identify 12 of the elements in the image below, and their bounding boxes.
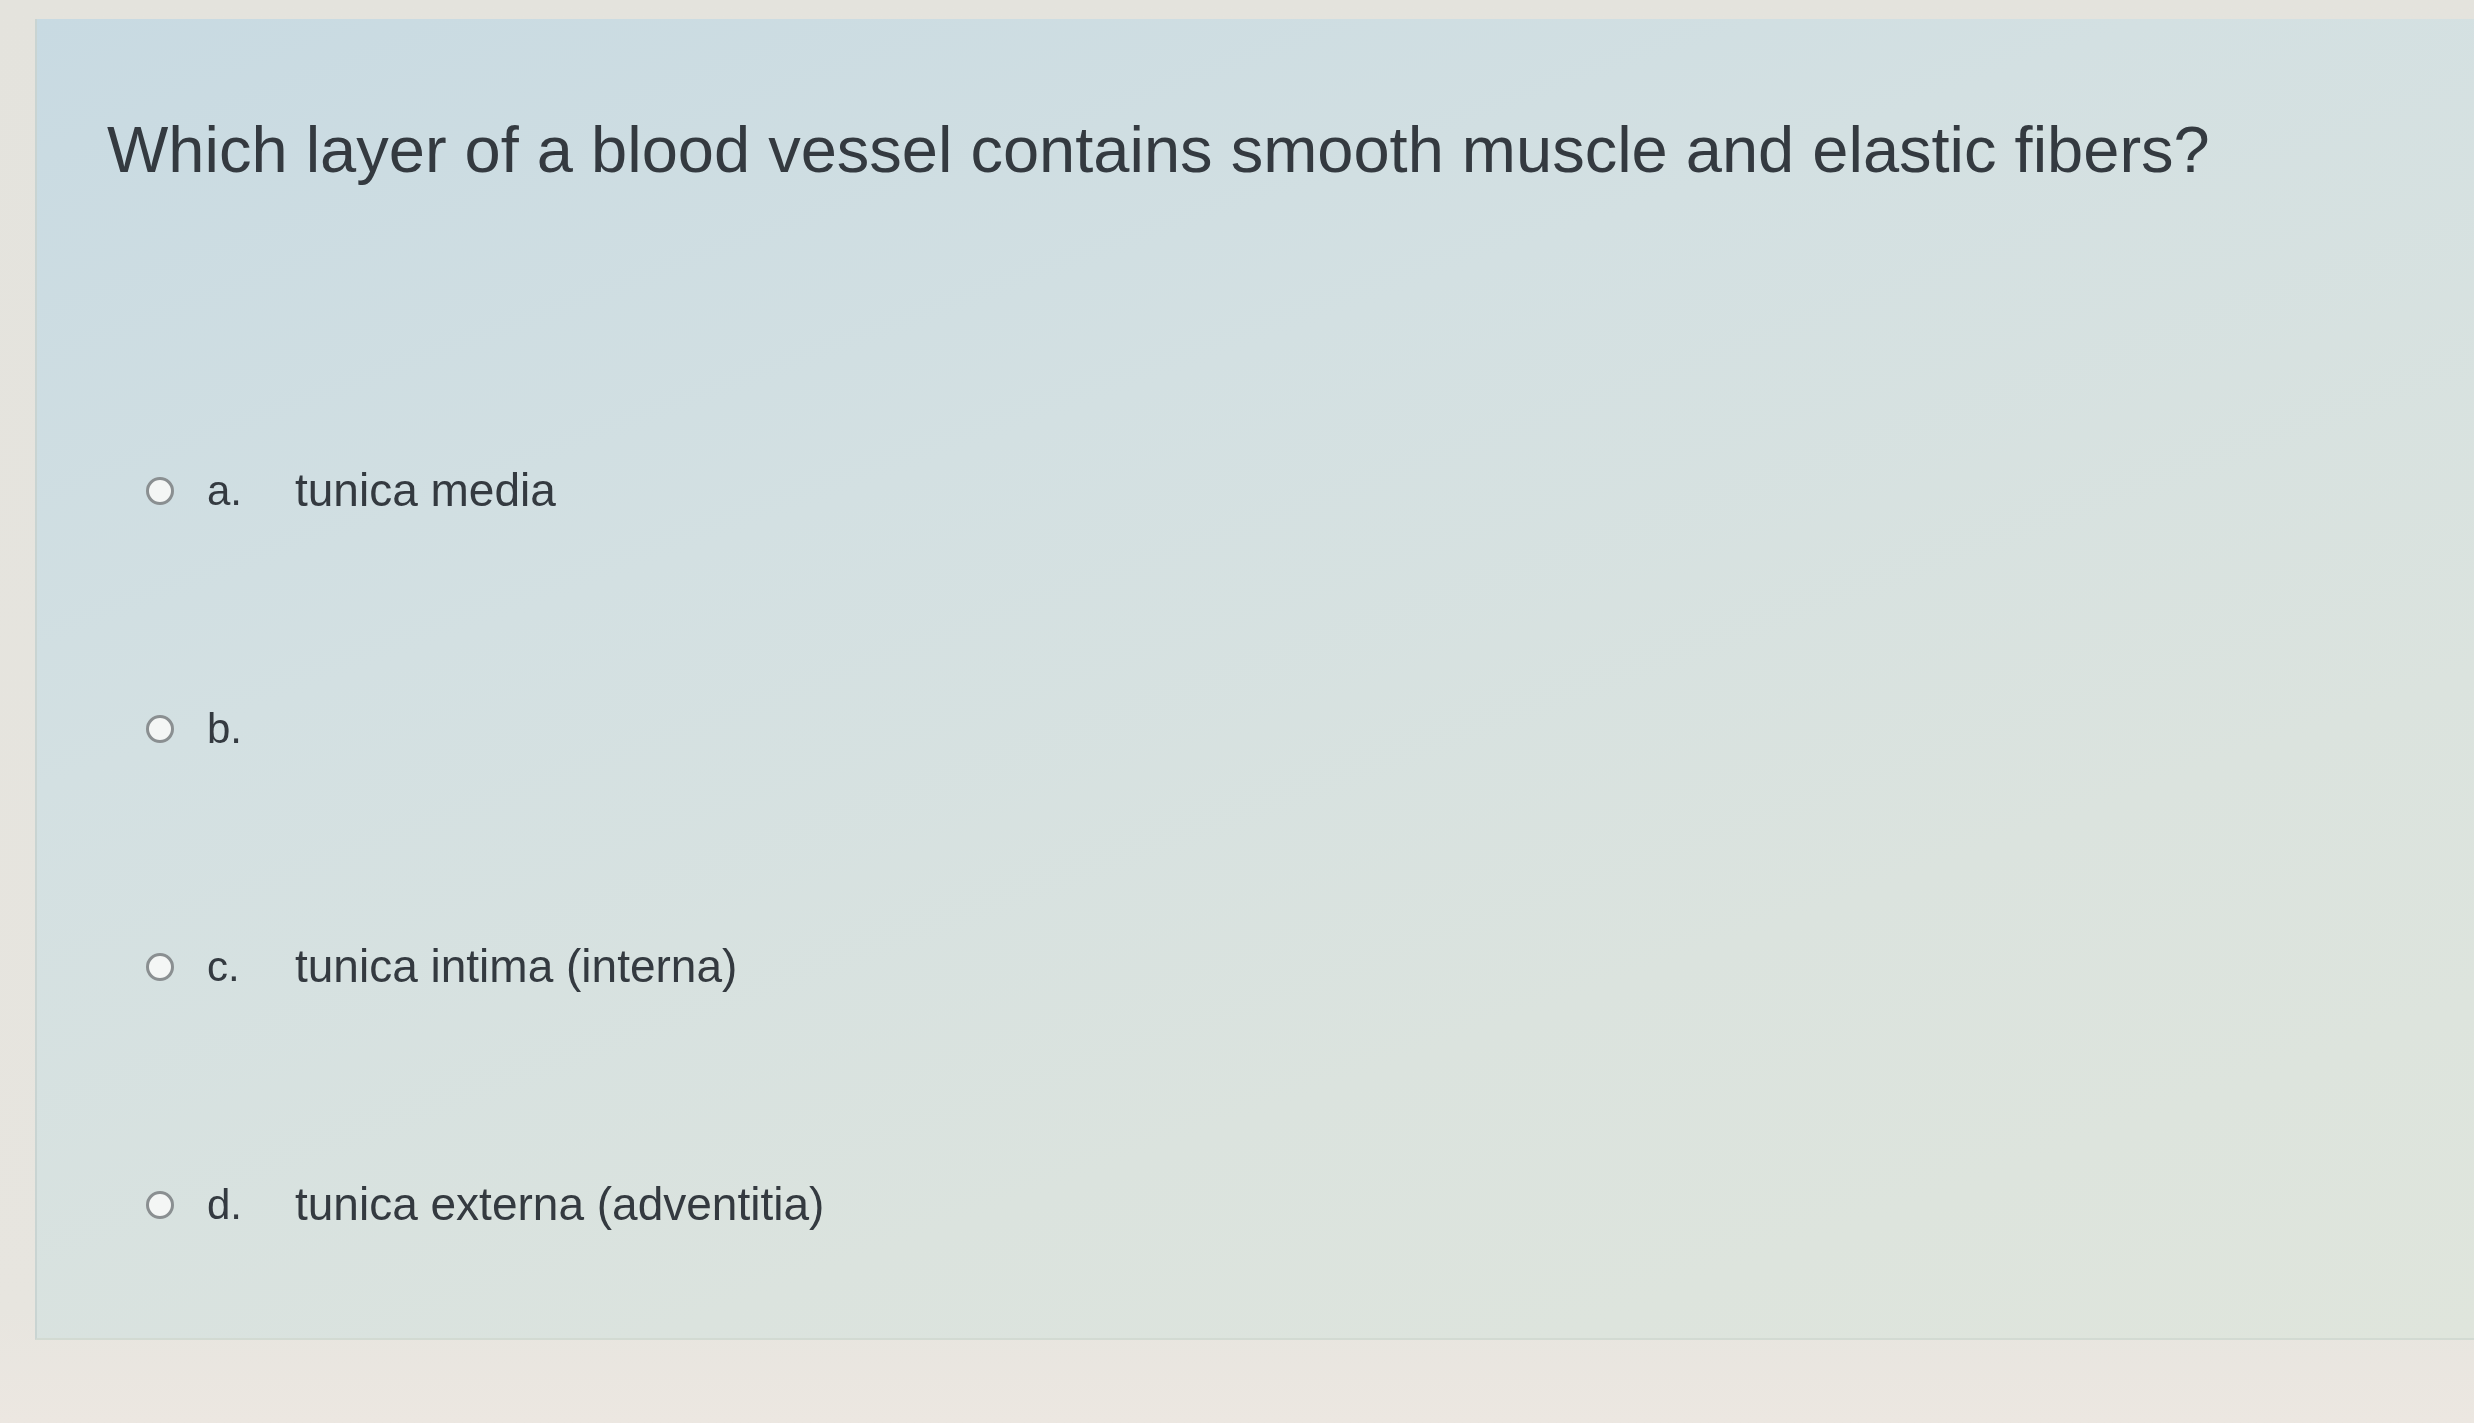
question-text: Which layer of a blood vessel contains smooth muscle and elastic fibers? bbox=[107, 112, 2210, 188]
radio-button[interactable] bbox=[146, 952, 174, 981]
answer-text: tunica media bbox=[295, 463, 556, 518]
radio-button[interactable] bbox=[146, 714, 174, 743]
answer-text: tunica externa (adventitia) bbox=[295, 1177, 825, 1232]
option-letter: a. bbox=[207, 466, 244, 516]
option-letter: d. bbox=[207, 1180, 244, 1230]
radio-button[interactable] bbox=[146, 1190, 174, 1219]
radio-button[interactable] bbox=[146, 476, 174, 505]
option-letter: b. bbox=[207, 704, 244, 754]
answer-text: tunica intima (interna) bbox=[295, 939, 738, 994]
option-letter: c. bbox=[207, 942, 241, 992]
